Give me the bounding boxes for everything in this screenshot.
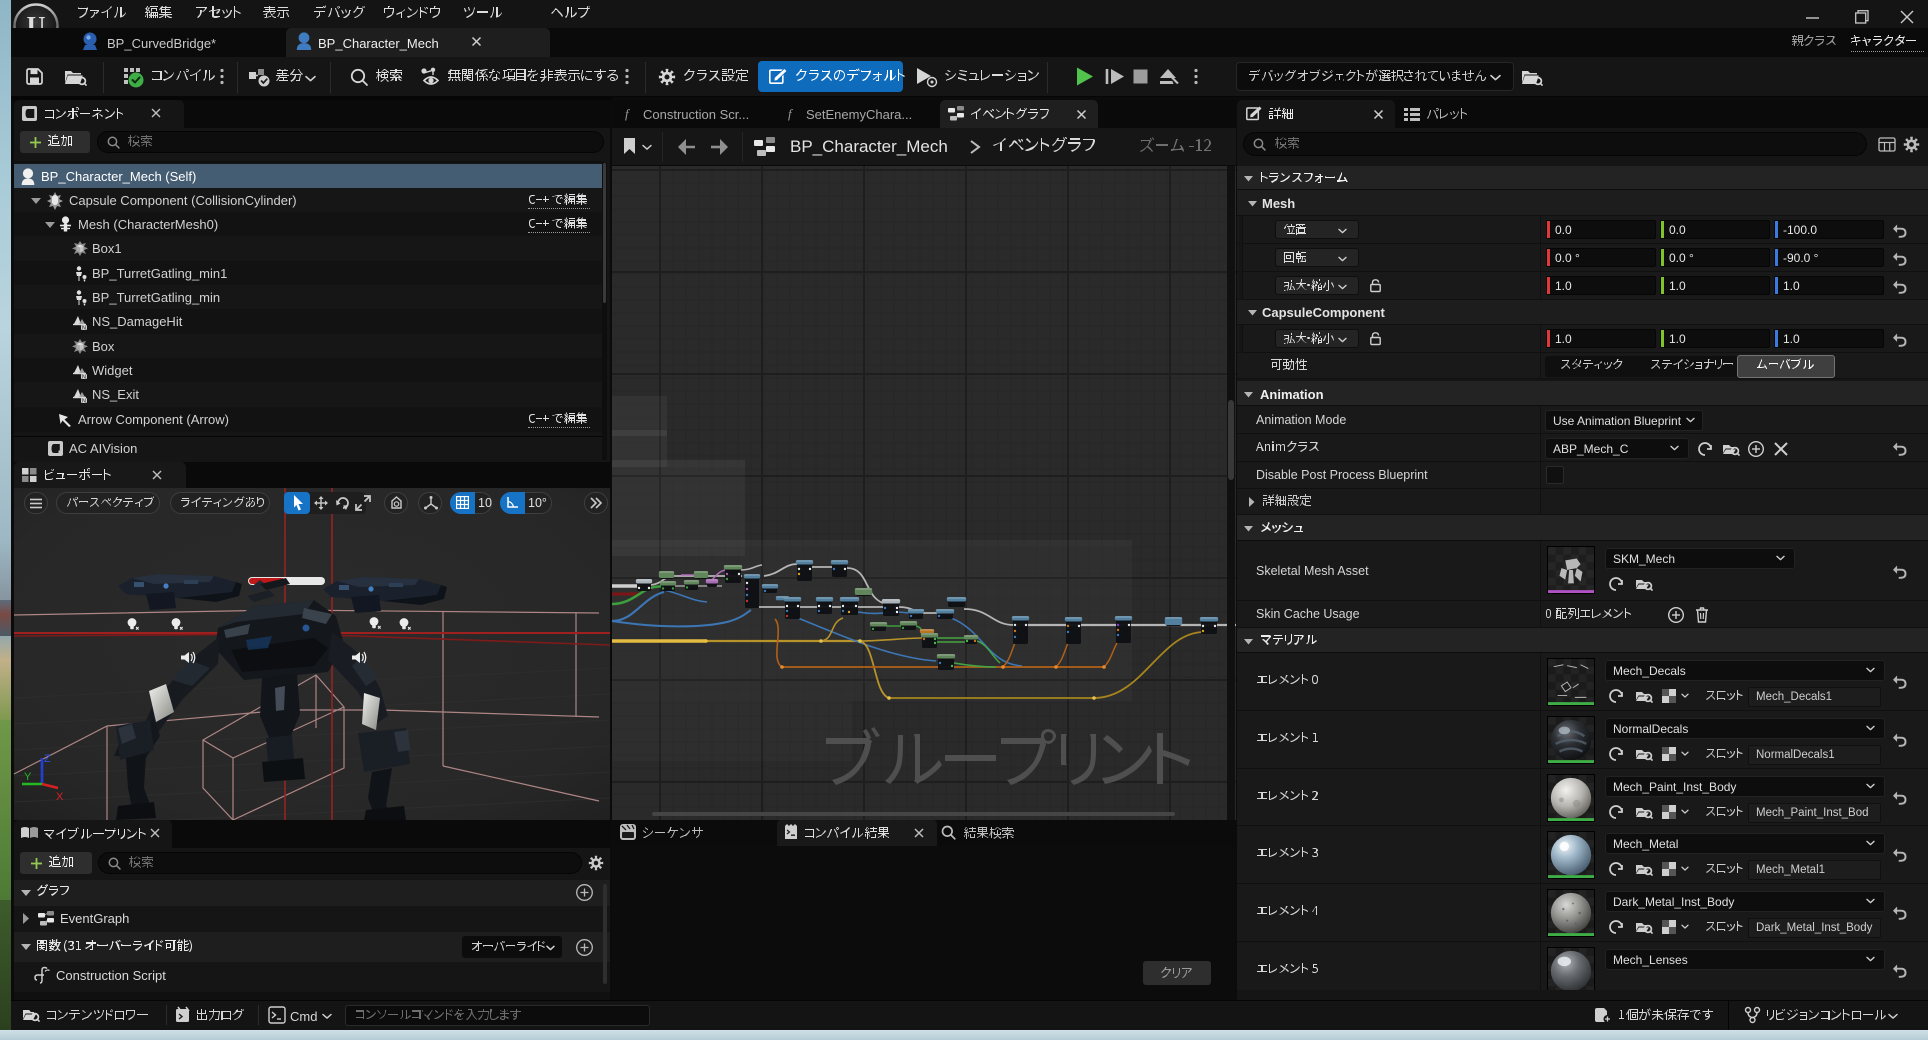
svg-text:Z: Z <box>44 753 51 765</box>
svg-text:N: N <box>82 399 86 405</box>
svg-text:N: N <box>82 326 86 332</box>
svg-text:N: N <box>82 374 86 380</box>
svg-text:f: f <box>625 106 631 121</box>
svg-text:Y: Y <box>24 771 32 783</box>
svg-text:X: X <box>56 791 64 803</box>
svg-text:f: f <box>788 106 794 121</box>
